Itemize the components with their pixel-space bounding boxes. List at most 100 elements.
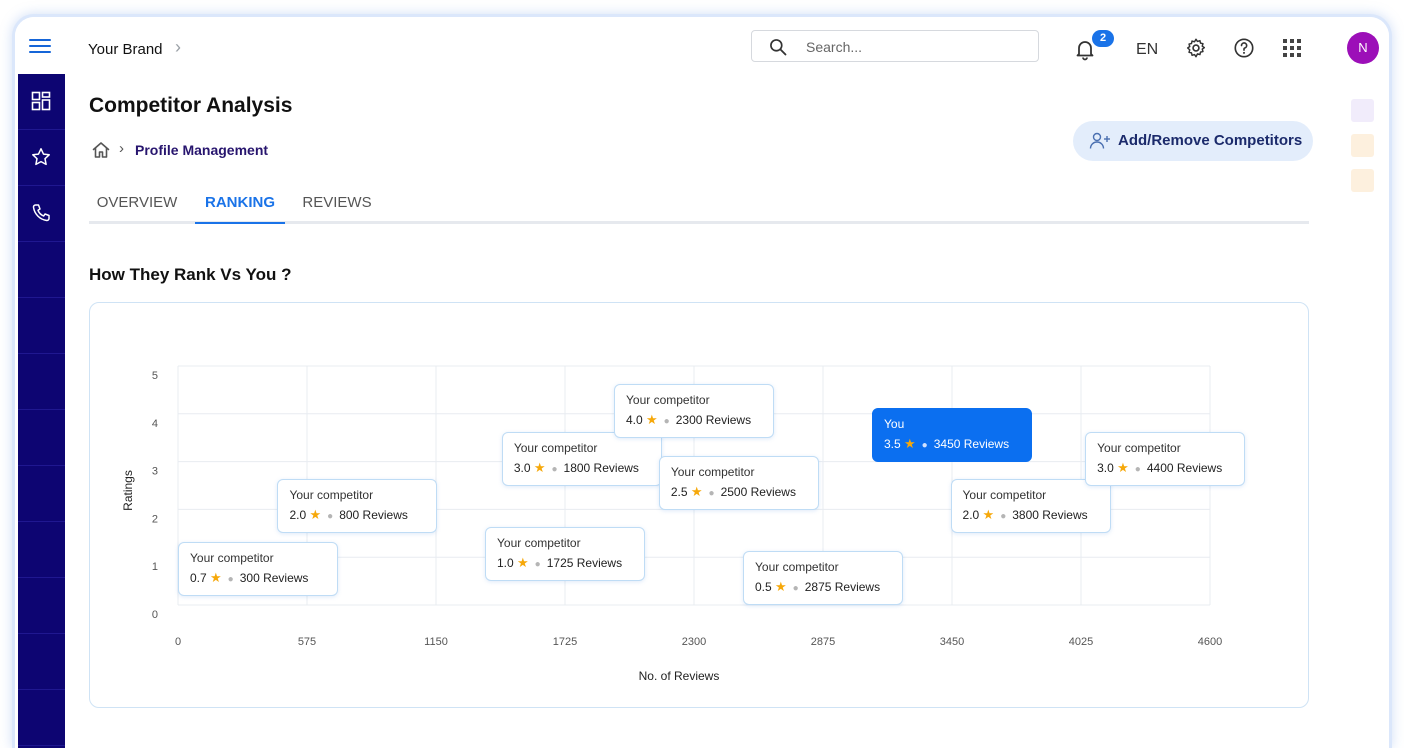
add-remove-competitors-label: Add/Remove Competitors [1118, 132, 1303, 149]
tab-ranking[interactable]: RANKING [195, 194, 285, 224]
rail-widget[interactable] [1351, 134, 1374, 157]
help-icon[interactable] [1233, 37, 1255, 59]
search-box[interactable] [751, 30, 1039, 62]
tab-bar: OVERVIEW RANKING REVIEWS [89, 190, 1309, 224]
sidebar-item-dashboard[interactable] [18, 74, 65, 130]
y-tick-label: 5 [152, 370, 158, 382]
separator-dot-icon: ● [921, 439, 928, 451]
sidebar-divider [18, 354, 65, 410]
y-tick-label: 3 [152, 466, 158, 478]
sidebar-item-calls[interactable] [18, 186, 65, 242]
search-icon [770, 39, 787, 56]
avatar[interactable]: N [1347, 32, 1379, 64]
data-point-name: Your competitor [962, 488, 1047, 503]
data-point-stats: 1.0 ★ ● 1725 Reviews [497, 555, 633, 571]
data-point-reviews: 2300 Reviews [675, 412, 752, 427]
data-point-reviews: 3800 Reviews [1012, 508, 1088, 523]
sidebar-divider [18, 522, 65, 578]
competitor-data-point[interactable]: Your competitor 0.5 ★ ● 2875 Reviews [743, 551, 903, 606]
competitor-data-point[interactable]: Your competitor 4.0 ★ ● 2300 Reviews [614, 383, 774, 438]
phone-icon [32, 204, 50, 222]
x-tick-label: 4025 [1069, 636, 1093, 648]
data-point-reviews: 1800 Reviews [563, 460, 639, 475]
x-tick-label: 575 [298, 636, 316, 648]
competitor-data-point[interactable]: Your competitor 3.0 ★ ● 1800 Reviews [501, 431, 662, 486]
data-point-stats: 2.0 ★ ● 800 Reviews [289, 507, 425, 523]
chevron-right-icon: › [119, 140, 124, 157]
add-user-icon [1089, 132, 1110, 149]
x-tick-label: 0 [175, 636, 181, 648]
competitor-data-point[interactable]: Your competitor 2.5 ★ ● 2500 Reviews [658, 455, 819, 510]
data-point-rating: 2.0 [289, 508, 310, 523]
data-point-stats: 3.5 ★ ● 3450 Reviews [884, 436, 1020, 452]
y-tick-label: 4 [152, 418, 158, 430]
star-icon: ★ [904, 435, 916, 451]
brand-name[interactable]: Your Brand [88, 41, 163, 58]
gear-icon[interactable] [1185, 37, 1207, 59]
data-point-rating: 1.0 [497, 556, 518, 571]
star-icon: ★ [1117, 459, 1129, 475]
you-data-point[interactable]: You 3.5 ★ ● 3450 Reviews [872, 407, 1032, 462]
star-icon [32, 148, 50, 166]
star-icon: ★ [309, 507, 322, 523]
hamburger-menu-icon[interactable] [29, 39, 51, 55]
separator-dot-icon: ● [327, 511, 334, 523]
ranking-chart: 0 575 1150 1725 2300 2875 3450 4025 4600 0 1 2 3 4 5 No… [89, 302, 1309, 708]
data-point-rating: 2.0 [962, 508, 983, 523]
star-icon: ★ [210, 569, 222, 585]
competitor-data-point[interactable]: Your competitor 2.0 ★ ● 800 Reviews [277, 479, 438, 534]
sidebar-divider [18, 690, 65, 746]
apps-grid-icon[interactable] [1283, 39, 1301, 57]
sidebar [18, 74, 65, 748]
page-title: Competitor Analysis [89, 94, 293, 117]
data-point-rating: 3.0 [1097, 460, 1118, 475]
y-axis-title: Ratings [121, 470, 135, 511]
rail-widget[interactable] [1351, 169, 1374, 192]
data-point-stats: 2.5 ★ ● 2500 Reviews [671, 484, 807, 500]
data-point-reviews: 4400 Reviews [1146, 460, 1223, 475]
data-point-rating: 0.5 [755, 580, 776, 595]
data-point-reviews: 2500 Reviews [720, 484, 796, 499]
star-icon: ★ [690, 483, 703, 499]
home-icon[interactable] [91, 140, 111, 160]
tab-overview[interactable]: OVERVIEW [89, 194, 185, 224]
data-point-name: Your competitor [497, 536, 581, 551]
sidebar-divider [18, 634, 65, 690]
rail-widget[interactable] [1351, 99, 1374, 122]
competitor-data-point[interactable]: Your competitor 3.0 ★ ● 4400 Reviews [1085, 431, 1246, 486]
data-point-name: Your competitor [626, 392, 710, 407]
data-point-rating: 4.0 [626, 412, 647, 427]
x-tick-label: 1150 [424, 636, 448, 648]
data-point-stats: 3.0 ★ ● 1800 Reviews [514, 460, 650, 476]
x-tick-label: 1725 [553, 636, 577, 648]
language-selector[interactable]: EN [1136, 41, 1158, 59]
separator-dot-icon: ● [551, 463, 558, 475]
star-icon: ★ [775, 579, 787, 595]
data-point-reviews: 300 Reviews [239, 570, 309, 585]
x-tick-label: 2875 [811, 636, 835, 648]
competitor-data-point[interactable]: Your competitor 0.7 ★ ● 300 Reviews [178, 541, 338, 596]
data-point-rating: 3.0 [513, 460, 534, 475]
data-point-name: Your competitor [513, 440, 598, 455]
data-point-stats: 4.0 ★ ● 2300 Reviews [626, 412, 762, 428]
sidebar-divider [18, 466, 65, 522]
sidebar-item-favorites[interactable] [18, 130, 65, 186]
tab-reviews[interactable]: REVIEWS [295, 194, 379, 224]
sidebar-divider [18, 298, 65, 354]
data-point-name: Your competitor [190, 550, 274, 565]
competitor-data-point[interactable]: Your competitor 2.0 ★ ● 3800 Reviews [950, 479, 1111, 534]
data-point-reviews: 2875 Reviews [804, 580, 881, 595]
competitor-data-point[interactable]: Your competitor 1.0 ★ ● 1725 Reviews [485, 527, 645, 582]
notification-badge: 2 [1092, 30, 1114, 47]
separator-dot-icon: ● [663, 415, 670, 427]
breadcrumb-link[interactable]: Profile Management [135, 142, 268, 158]
data-point-name: Your competitor [755, 560, 839, 575]
app-window: Your Brand › 2 EN [12, 14, 1392, 748]
add-remove-competitors-button[interactable]: Add/Remove Competitors [1073, 121, 1313, 161]
x-tick-label: 4600 [1198, 636, 1222, 648]
data-point-stats: 2.0 ★ ● 3800 Reviews [963, 507, 1099, 523]
data-point-rating: 3.5 [884, 436, 905, 451]
section-title: How They Rank Vs You ? [89, 265, 292, 284]
data-point-reviews: 3450 Reviews [933, 436, 1010, 451]
search-input[interactable] [806, 37, 1026, 57]
